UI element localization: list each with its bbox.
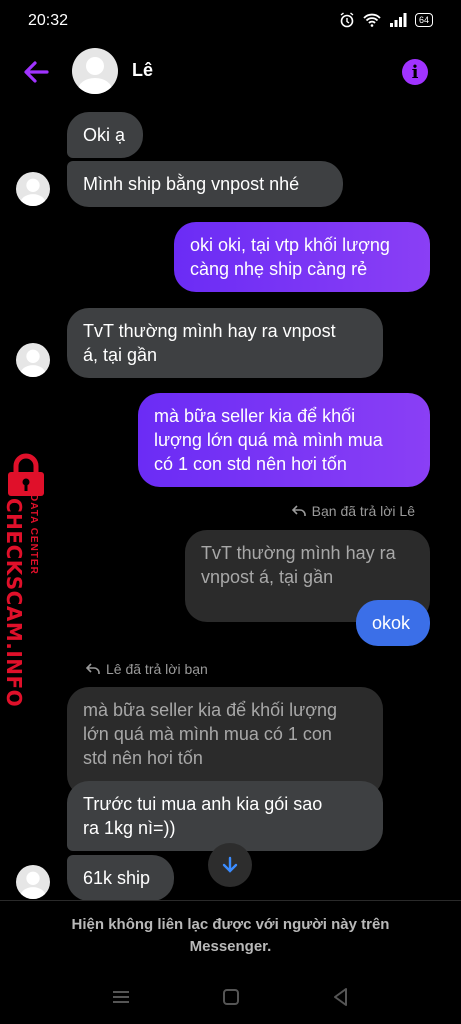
reply-icon <box>86 663 100 674</box>
incoming-message[interactable]: 61k ship <box>67 855 174 901</box>
contact-avatar[interactable] <box>72 48 118 94</box>
signal-icon <box>389 13 407 27</box>
alarm-icon <box>340 12 354 28</box>
incoming-message[interactable]: TvT thường mình hay ra vnpost á, tại gần <box>67 308 383 378</box>
incoming-message[interactable]: Oki ạ <box>67 112 143 158</box>
watermark: DATA CENTER CHECKSCAM.INFO <box>0 494 46 708</box>
sender-avatar[interactable] <box>16 172 50 206</box>
nav-menu-icon[interactable] <box>109 986 133 1008</box>
scroll-down-icon <box>222 856 238 873</box>
sender-avatar[interactable] <box>16 865 50 899</box>
status-time: 20:32 <box>28 12 69 29</box>
incoming-message[interactable]: Trước tui mua anh kia gói sao ra 1kg nì=… <box>67 781 383 851</box>
incoming-message[interactable]: Mình ship bằng vnpost nhé <box>67 161 343 207</box>
reply-note-text: Lê đã trả lời bạn <box>106 661 208 677</box>
outgoing-message[interactable]: mà bữa seller kia để khối lượng lớn quá … <box>138 393 430 487</box>
watermark-title: CHECKSCAM.INFO <box>2 498 26 708</box>
outgoing-message[interactable]: okok <box>356 600 430 646</box>
reply-icon <box>291 505 306 516</box>
battery-indicator: 64 <box>414 13 433 27</box>
sender-avatar[interactable] <box>16 343 50 377</box>
nav-home-icon[interactable] <box>219 986 243 1008</box>
status-icons: 64 <box>339 12 433 28</box>
reply-note: Bạn đã trả lời Lê <box>291 503 415 519</box>
nav-back-icon[interactable] <box>329 986 353 1008</box>
scroll-down-button[interactable] <box>208 843 252 887</box>
reply-note-text: Bạn đã trả lời Lê <box>311 503 415 519</box>
outgoing-message[interactable]: oki oki, tại vtp khối lượng càng nhẹ shi… <box>174 222 430 292</box>
footer-divider <box>0 900 461 901</box>
default-avatar-icon <box>78 57 112 94</box>
wifi-icon <box>363 13 381 27</box>
unavailable-notice: Hiện không liên lạc được với người này t… <box>71 916 390 955</box>
info-icon[interactable]: i <box>402 59 428 85</box>
back-arrow-icon[interactable] <box>20 56 52 88</box>
reply-note: Lê đã trả lời bạn <box>86 661 208 677</box>
padlock-icon <box>8 453 44 496</box>
contact-name[interactable]: Lê <box>132 60 153 81</box>
watermark-subtitle: DATA CENTER <box>28 494 39 575</box>
